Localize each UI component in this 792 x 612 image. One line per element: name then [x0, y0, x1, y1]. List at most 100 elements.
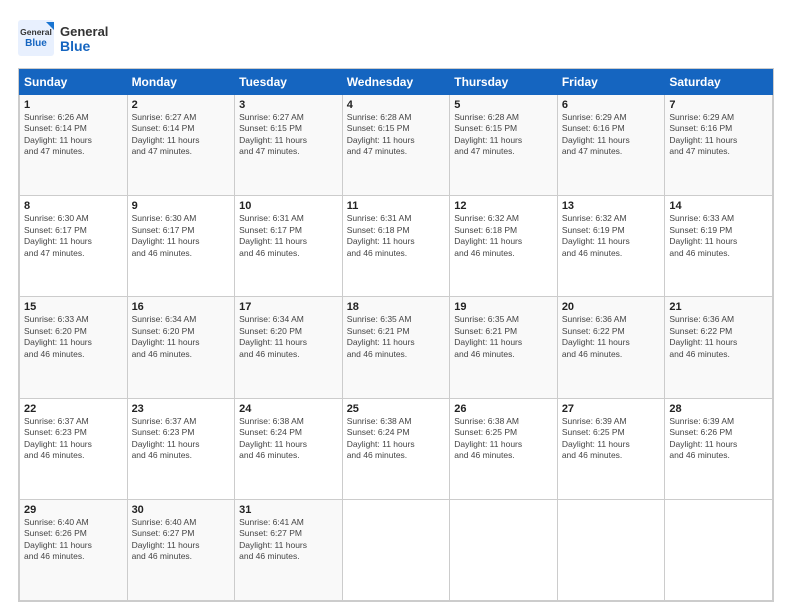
week-row-1: 1Sunrise: 6:26 AM Sunset: 6:14 PM Daylig… — [20, 95, 773, 196]
day-number: 8 — [24, 200, 123, 212]
day-cell: 10Sunrise: 6:31 AM Sunset: 6:17 PM Dayli… — [235, 196, 343, 297]
day-info: Sunrise: 6:37 AM Sunset: 6:23 PM Dayligh… — [24, 416, 123, 462]
day-number: 9 — [132, 200, 231, 212]
day-number: 6 — [562, 99, 661, 111]
day-info: Sunrise: 6:41 AM Sunset: 6:27 PM Dayligh… — [239, 517, 338, 563]
svg-text:General: General — [60, 24, 108, 39]
svg-text:Blue: Blue — [25, 38, 47, 49]
day-number: 27 — [562, 403, 661, 415]
day-info: Sunrise: 6:32 AM Sunset: 6:18 PM Dayligh… — [454, 213, 553, 259]
day-cell: 8Sunrise: 6:30 AM Sunset: 6:17 PM Daylig… — [20, 196, 128, 297]
day-cell: 26Sunrise: 6:38 AM Sunset: 6:25 PM Dayli… — [450, 398, 558, 499]
week-row-2: 8Sunrise: 6:30 AM Sunset: 6:17 PM Daylig… — [20, 196, 773, 297]
day-number: 13 — [562, 200, 661, 212]
day-cell: 15Sunrise: 6:33 AM Sunset: 6:20 PM Dayli… — [20, 297, 128, 398]
day-number: 30 — [132, 504, 231, 516]
day-info: Sunrise: 6:32 AM Sunset: 6:19 PM Dayligh… — [562, 213, 661, 259]
day-number: 28 — [669, 403, 768, 415]
day-cell — [342, 499, 450, 600]
day-info: Sunrise: 6:27 AM Sunset: 6:14 PM Dayligh… — [132, 112, 231, 158]
logo: General Blue General Blue — [18, 18, 108, 58]
day-info: Sunrise: 6:35 AM Sunset: 6:21 PM Dayligh… — [347, 314, 446, 360]
day-number: 3 — [239, 99, 338, 111]
day-cell: 18Sunrise: 6:35 AM Sunset: 6:21 PM Dayli… — [342, 297, 450, 398]
day-info: Sunrise: 6:35 AM Sunset: 6:21 PM Dayligh… — [454, 314, 553, 360]
day-number: 24 — [239, 403, 338, 415]
day-cell: 1Sunrise: 6:26 AM Sunset: 6:14 PM Daylig… — [20, 95, 128, 196]
day-info: Sunrise: 6:33 AM Sunset: 6:20 PM Dayligh… — [24, 314, 123, 360]
day-cell: 29Sunrise: 6:40 AM Sunset: 6:26 PM Dayli… — [20, 499, 128, 600]
day-info: Sunrise: 6:28 AM Sunset: 6:15 PM Dayligh… — [454, 112, 553, 158]
day-number: 17 — [239, 301, 338, 313]
day-number: 25 — [347, 403, 446, 415]
day-info: Sunrise: 6:38 AM Sunset: 6:24 PM Dayligh… — [239, 416, 338, 462]
week-row-4: 22Sunrise: 6:37 AM Sunset: 6:23 PM Dayli… — [20, 398, 773, 499]
col-header-friday: Friday — [557, 70, 665, 95]
day-info: Sunrise: 6:36 AM Sunset: 6:22 PM Dayligh… — [669, 314, 768, 360]
day-cell: 11Sunrise: 6:31 AM Sunset: 6:18 PM Dayli… — [342, 196, 450, 297]
day-cell — [557, 499, 665, 600]
day-cell — [665, 499, 773, 600]
day-cell: 2Sunrise: 6:27 AM Sunset: 6:14 PM Daylig… — [127, 95, 235, 196]
day-cell: 5Sunrise: 6:28 AM Sunset: 6:15 PM Daylig… — [450, 95, 558, 196]
day-cell: 19Sunrise: 6:35 AM Sunset: 6:21 PM Dayli… — [450, 297, 558, 398]
day-number: 23 — [132, 403, 231, 415]
col-header-monday: Monday — [127, 70, 235, 95]
day-info: Sunrise: 6:40 AM Sunset: 6:26 PM Dayligh… — [24, 517, 123, 563]
day-cell: 9Sunrise: 6:30 AM Sunset: 6:17 PM Daylig… — [127, 196, 235, 297]
day-number: 12 — [454, 200, 553, 212]
day-info: Sunrise: 6:31 AM Sunset: 6:18 PM Dayligh… — [347, 213, 446, 259]
day-info: Sunrise: 6:30 AM Sunset: 6:17 PM Dayligh… — [24, 213, 123, 259]
col-header-wednesday: Wednesday — [342, 70, 450, 95]
day-number: 10 — [239, 200, 338, 212]
day-info: Sunrise: 6:29 AM Sunset: 6:16 PM Dayligh… — [669, 112, 768, 158]
calendar: SundayMondayTuesdayWednesdayThursdayFrid… — [18, 68, 774, 602]
day-cell — [450, 499, 558, 600]
day-number: 4 — [347, 99, 446, 111]
day-cell: 22Sunrise: 6:37 AM Sunset: 6:23 PM Dayli… — [20, 398, 128, 499]
calendar-body: 1Sunrise: 6:26 AM Sunset: 6:14 PM Daylig… — [20, 95, 773, 601]
day-number: 18 — [347, 301, 446, 313]
logo-svg: General Blue General Blue — [18, 18, 108, 58]
day-number: 7 — [669, 99, 768, 111]
day-info: Sunrise: 6:40 AM Sunset: 6:27 PM Dayligh… — [132, 517, 231, 563]
day-number: 26 — [454, 403, 553, 415]
day-cell: 16Sunrise: 6:34 AM Sunset: 6:20 PM Dayli… — [127, 297, 235, 398]
day-info: Sunrise: 6:39 AM Sunset: 6:25 PM Dayligh… — [562, 416, 661, 462]
day-number: 22 — [24, 403, 123, 415]
day-info: Sunrise: 6:34 AM Sunset: 6:20 PM Dayligh… — [132, 314, 231, 360]
day-info: Sunrise: 6:38 AM Sunset: 6:25 PM Dayligh… — [454, 416, 553, 462]
day-cell: 23Sunrise: 6:37 AM Sunset: 6:23 PM Dayli… — [127, 398, 235, 499]
week-row-5: 29Sunrise: 6:40 AM Sunset: 6:26 PM Dayli… — [20, 499, 773, 600]
day-info: Sunrise: 6:26 AM Sunset: 6:14 PM Dayligh… — [24, 112, 123, 158]
day-info: Sunrise: 6:38 AM Sunset: 6:24 PM Dayligh… — [347, 416, 446, 462]
day-info: Sunrise: 6:31 AM Sunset: 6:17 PM Dayligh… — [239, 213, 338, 259]
day-number: 21 — [669, 301, 768, 313]
svg-text:General: General — [20, 27, 52, 37]
day-number: 5 — [454, 99, 553, 111]
col-header-thursday: Thursday — [450, 70, 558, 95]
day-cell: 6Sunrise: 6:29 AM Sunset: 6:16 PM Daylig… — [557, 95, 665, 196]
col-header-tuesday: Tuesday — [235, 70, 343, 95]
day-number: 2 — [132, 99, 231, 111]
day-number: 16 — [132, 301, 231, 313]
page: General Blue General Blue SundayMondayTu… — [0, 0, 792, 612]
day-number: 31 — [239, 504, 338, 516]
day-info: Sunrise: 6:36 AM Sunset: 6:22 PM Dayligh… — [562, 314, 661, 360]
day-cell: 28Sunrise: 6:39 AM Sunset: 6:26 PM Dayli… — [665, 398, 773, 499]
day-cell: 4Sunrise: 6:28 AM Sunset: 6:15 PM Daylig… — [342, 95, 450, 196]
day-number: 20 — [562, 301, 661, 313]
day-cell: 7Sunrise: 6:29 AM Sunset: 6:16 PM Daylig… — [665, 95, 773, 196]
day-info: Sunrise: 6:33 AM Sunset: 6:19 PM Dayligh… — [669, 213, 768, 259]
day-cell: 12Sunrise: 6:32 AM Sunset: 6:18 PM Dayli… — [450, 196, 558, 297]
svg-text:Blue: Blue — [60, 38, 91, 54]
day-cell: 25Sunrise: 6:38 AM Sunset: 6:24 PM Dayli… — [342, 398, 450, 499]
day-cell: 17Sunrise: 6:34 AM Sunset: 6:20 PM Dayli… — [235, 297, 343, 398]
day-cell: 3Sunrise: 6:27 AM Sunset: 6:15 PM Daylig… — [235, 95, 343, 196]
day-info: Sunrise: 6:39 AM Sunset: 6:26 PM Dayligh… — [669, 416, 768, 462]
day-number: 11 — [347, 200, 446, 212]
day-info: Sunrise: 6:27 AM Sunset: 6:15 PM Dayligh… — [239, 112, 338, 158]
calendar-header-row: SundayMondayTuesdayWednesdayThursdayFrid… — [20, 70, 773, 95]
day-info: Sunrise: 6:28 AM Sunset: 6:15 PM Dayligh… — [347, 112, 446, 158]
day-info: Sunrise: 6:30 AM Sunset: 6:17 PM Dayligh… — [132, 213, 231, 259]
